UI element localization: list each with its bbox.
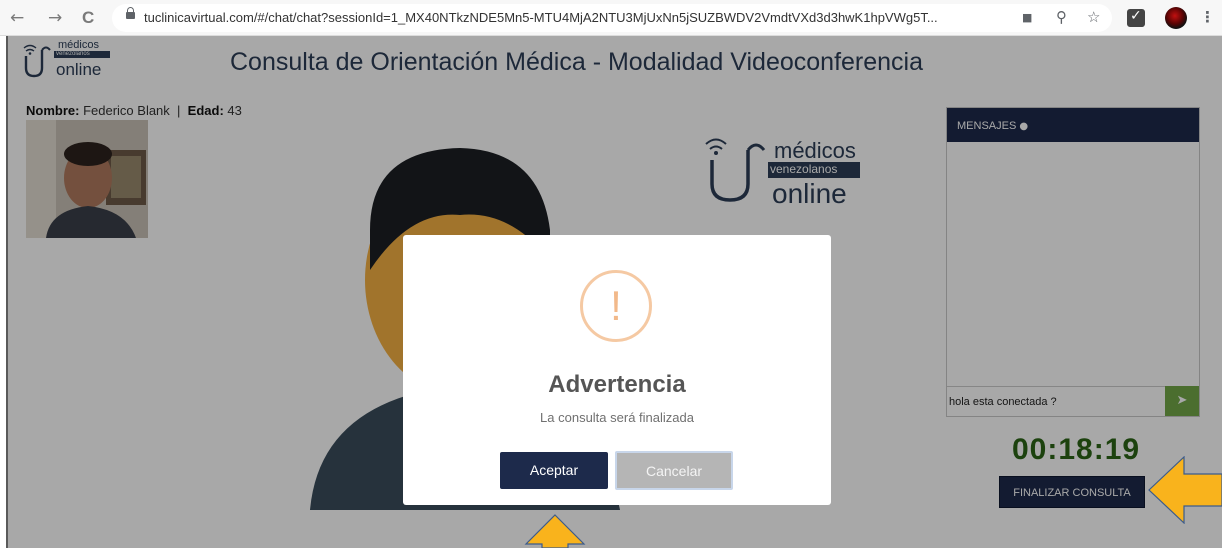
warning-icon: !	[580, 270, 652, 342]
url-text[interactable]: tuclinicavirtual.com/#/chat/chat?session…	[144, 10, 1014, 25]
star-icon[interactable]: ☆	[1087, 8, 1100, 26]
browser-toolbar: ← → C tuclinicavirtual.com/#/chat/chat?s…	[0, 0, 1222, 36]
menu-icon[interactable]: ⋮	[1200, 8, 1215, 26]
annotation-arrow-up-icon	[524, 514, 586, 548]
zoom-icon[interactable]: ⚲	[1056, 8, 1067, 26]
dialog-title: Advertencia	[548, 371, 686, 398]
back-icon[interactable]: ←	[10, 8, 24, 28]
reload-icon[interactable]: C	[82, 8, 94, 28]
extension-icon[interactable]	[1127, 8, 1145, 27]
cancel-button[interactable]: Cancelar	[615, 451, 733, 490]
address-bar[interactable]: tuclinicavirtual.com/#/chat/chat?session…	[112, 4, 1112, 32]
annotation-arrow-left-icon	[1148, 456, 1222, 524]
warning-dialog: ! Advertencia La consulta será finalizad…	[403, 235, 831, 505]
lock-icon	[126, 7, 135, 19]
accept-button[interactable]: Aceptar	[500, 452, 608, 489]
profile-avatar[interactable]	[1165, 7, 1187, 29]
camera-icon[interactable]: ■	[1022, 11, 1032, 24]
forward-icon[interactable]: →	[48, 8, 62, 28]
dialog-message: La consulta será finalizada	[540, 410, 694, 425]
